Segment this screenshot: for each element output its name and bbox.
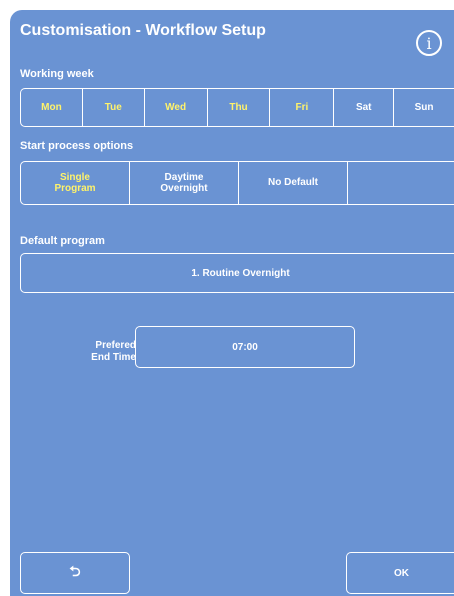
day-sat[interactable]: Sat <box>334 89 395 126</box>
day-label: Fri <box>295 101 309 113</box>
day-label: Thu <box>229 101 248 113</box>
day-tue[interactable]: Tue <box>83 89 145 126</box>
day-label: Mon <box>41 101 62 113</box>
workflow-setup-screen: Customisation - Workflow Setup i Working… <box>10 10 454 596</box>
default-program-value: 1. Routine Overnight <box>191 267 290 279</box>
option-daytime-overnight[interactable]: Daytime Overnight <box>130 162 239 204</box>
end-time-label-line2: End Time <box>91 352 136 363</box>
option-line1: Single <box>59 171 90 183</box>
option-line2: Overnight <box>160 183 208 194</box>
start-process-selector: Single Program Daytime Overnight No Defaul… <box>20 161 454 205</box>
option-line1: No Default <box>268 177 318 189</box>
day-sun[interactable]: Sun <box>394 89 454 126</box>
working-week-selector: Mon Tue Wed Thu Fri Sat Sun <box>20 88 454 127</box>
default-program-label: Default program <box>20 235 105 247</box>
day-thu[interactable]: Thu <box>208 89 271 126</box>
info-icon[interactable]: i <box>416 30 442 56</box>
option-line2: Program <box>54 183 96 194</box>
day-label: Tue <box>104 101 122 113</box>
end-time-label: Prefered End Time <box>56 340 136 364</box>
ok-button[interactable]: OK <box>346 552 454 594</box>
ok-label: OK <box>394 567 409 579</box>
info-glyph: i <box>426 33 432 53</box>
option-no-default[interactable]: No Default <box>239 162 348 204</box>
day-label: Wed <box>165 101 187 113</box>
return-arrow-icon: ⮌ <box>69 564 81 580</box>
day-fri[interactable]: Fri <box>270 89 335 126</box>
end-time-value: 07:00 <box>232 341 258 353</box>
end-time-label-line1: Prefered <box>95 340 136 351</box>
option-line1: Daytime <box>164 171 204 183</box>
start-process-label: Start process options <box>20 140 134 152</box>
day-label: Sun <box>414 101 434 113</box>
day-mon[interactable]: Mon <box>21 89 83 126</box>
option-single-program[interactable]: Single Program <box>21 162 130 204</box>
day-label: Sat <box>355 101 372 113</box>
end-time-field[interactable]: 07:00 <box>135 326 355 368</box>
default-program-button[interactable]: 1. Routine Overnight <box>20 253 454 293</box>
option-empty[interactable] <box>348 162 453 204</box>
working-week-label: Working week <box>20 68 94 80</box>
back-button[interactable]: ⮌ <box>20 552 130 594</box>
day-wed[interactable]: Wed <box>145 89 208 126</box>
page-title: Customisation - Workflow Setup <box>20 22 266 39</box>
